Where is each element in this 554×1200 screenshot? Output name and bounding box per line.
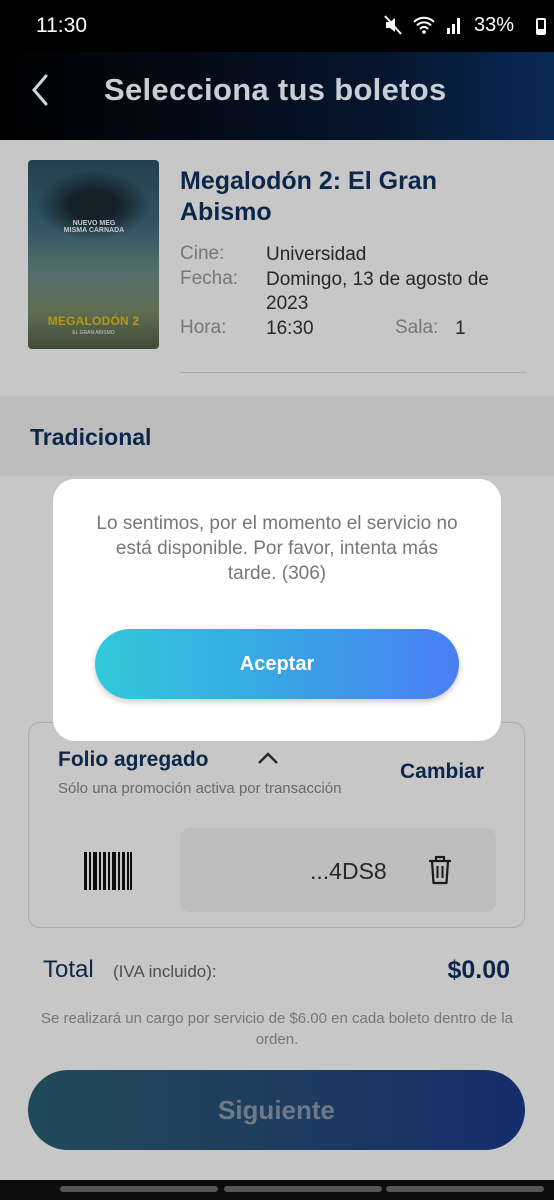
nav-back[interactable] [386,1186,544,1192]
wifi-icon [413,16,435,34]
battery-icon [536,18,546,35]
accept-button[interactable]: Aceptar [95,629,459,699]
nav-home[interactable] [224,1186,382,1192]
status-time: 11:30 [36,14,87,37]
signal-icon [447,18,460,34]
status-bar: 11:30 33% [0,0,554,52]
nav-recents[interactable] [60,1186,218,1192]
chevron-left-icon[interactable] [26,70,56,110]
status-icons [384,15,462,35]
error-dialog: Lo sentimos, por el momento el servicio … [53,479,501,741]
system-nav-bar [0,1180,554,1200]
page-title: Selecciona tus boletos [104,72,447,107]
dialog-message: Lo sentimos, por el momento el servicio … [96,513,458,584]
mute-icon [384,15,402,35]
app-header: Selecciona tus boletos [0,52,554,140]
battery-text: 33% [473,14,514,36]
